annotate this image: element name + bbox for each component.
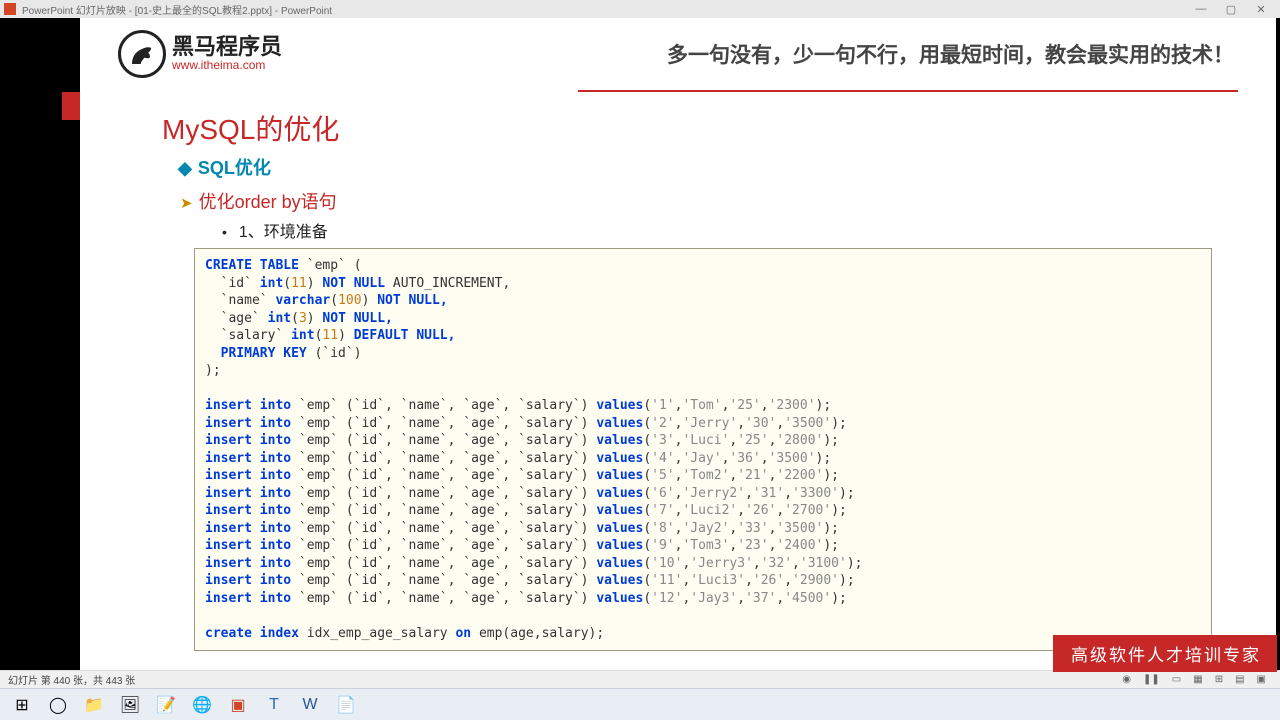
notepad-icon[interactable]: 📄 <box>328 692 364 718</box>
text-icon[interactable]: T <box>256 692 292 718</box>
subsection-heading: ➤优化order by语句 <box>180 188 1238 214</box>
slide-counter: 幻灯片 第 440 张，共 443 张 <box>8 672 135 687</box>
slide-header: 黑马程序员 www.itheima.com 多一句没有，少一句不行，用最短时间，… <box>118 18 1238 90</box>
triangle-icon: ➤ <box>180 195 193 212</box>
logo-text: 黑马程序员 <box>172 36 282 58</box>
pause-icon[interactable]: ❚❚ <box>1143 674 1160 685</box>
slideshow-area: 黑马程序员 www.itheima.com 多一句没有，少一句不行，用最短时间，… <box>0 18 1280 670</box>
close-button[interactable]: ✕ <box>1246 3 1276 16</box>
minimize-button[interactable]: — <box>1186 3 1216 15</box>
reading-view-icon[interactable]: ▤ <box>1235 674 1244 685</box>
section-heading: ◆SQL优化 <box>178 154 1238 180</box>
chrome-icon[interactable]: ◯ <box>40 692 76 718</box>
red-accent-block <box>62 92 80 120</box>
bullet-icon: • <box>222 224 227 240</box>
black-margin-left <box>0 18 80 670</box>
item-heading: •1、环境准备 <box>222 218 1238 242</box>
footer-ribbon: 高级软件人才培训专家 <box>1053 635 1277 672</box>
slideshow-view-icon[interactable]: ▣ <box>1257 674 1266 685</box>
word-icon[interactable]: W <box>292 692 328 718</box>
start-button[interactable]: ⊞ <box>4 692 40 718</box>
windows-taskbar: ⊞ ◯ 📁 🖼 📝 🌐 ▣ T W 📄 <box>0 688 1280 720</box>
slogan-underline <box>578 90 1238 92</box>
notes-icon[interactable]: ◉ <box>1122 674 1131 685</box>
logo: 黑马程序员 www.itheima.com <box>118 30 282 78</box>
black-margin-right <box>1276 18 1280 670</box>
explorer-icon[interactable]: 📁 <box>76 692 112 718</box>
page-title: MySQL的优化 <box>162 108 1238 148</box>
logo-url: www.itheima.com <box>172 58 282 72</box>
normal-view-icon[interactable]: ▦ <box>1193 674 1202 685</box>
slide: 黑马程序员 www.itheima.com 多一句没有，少一句不行，用最短时间，… <box>80 18 1276 670</box>
app2-icon[interactable]: 📝 <box>148 692 184 718</box>
statusbar: 幻灯片 第 440 张，共 443 张 ◉ ❚❚ ▭ ▦ ⊞ ▤ ▣ <box>0 670 1280 688</box>
app1-icon[interactable]: 🖼 <box>112 692 148 718</box>
titlebar: PowerPoint 幻灯片放映 - [01-史上最全的SQL教程2.pptx]… <box>0 0 1280 18</box>
sql-code-block: CREATE TABLE `emp` ( `id` int(11) NOT NU… <box>194 248 1212 651</box>
sorter-view-icon[interactable]: ⊞ <box>1215 674 1223 685</box>
slogan-text: 多一句没有，少一句不行，用最短时间，教会最实用的技术！ <box>282 39 1238 69</box>
window-title: PowerPoint 幻灯片放映 - [01-史上最全的SQL教程2.pptx]… <box>22 2 332 17</box>
powerpoint-icon <box>4 3 16 15</box>
maximize-button[interactable]: ▢ <box>1216 3 1246 16</box>
horse-logo-icon <box>118 30 166 78</box>
browser-icon[interactable]: 🌐 <box>184 692 220 718</box>
diamond-icon: ◆ <box>178 158 192 178</box>
powerpoint-taskbar-icon[interactable]: ▣ <box>220 692 256 718</box>
subtitle-icon[interactable]: ▭ <box>1172 674 1181 685</box>
